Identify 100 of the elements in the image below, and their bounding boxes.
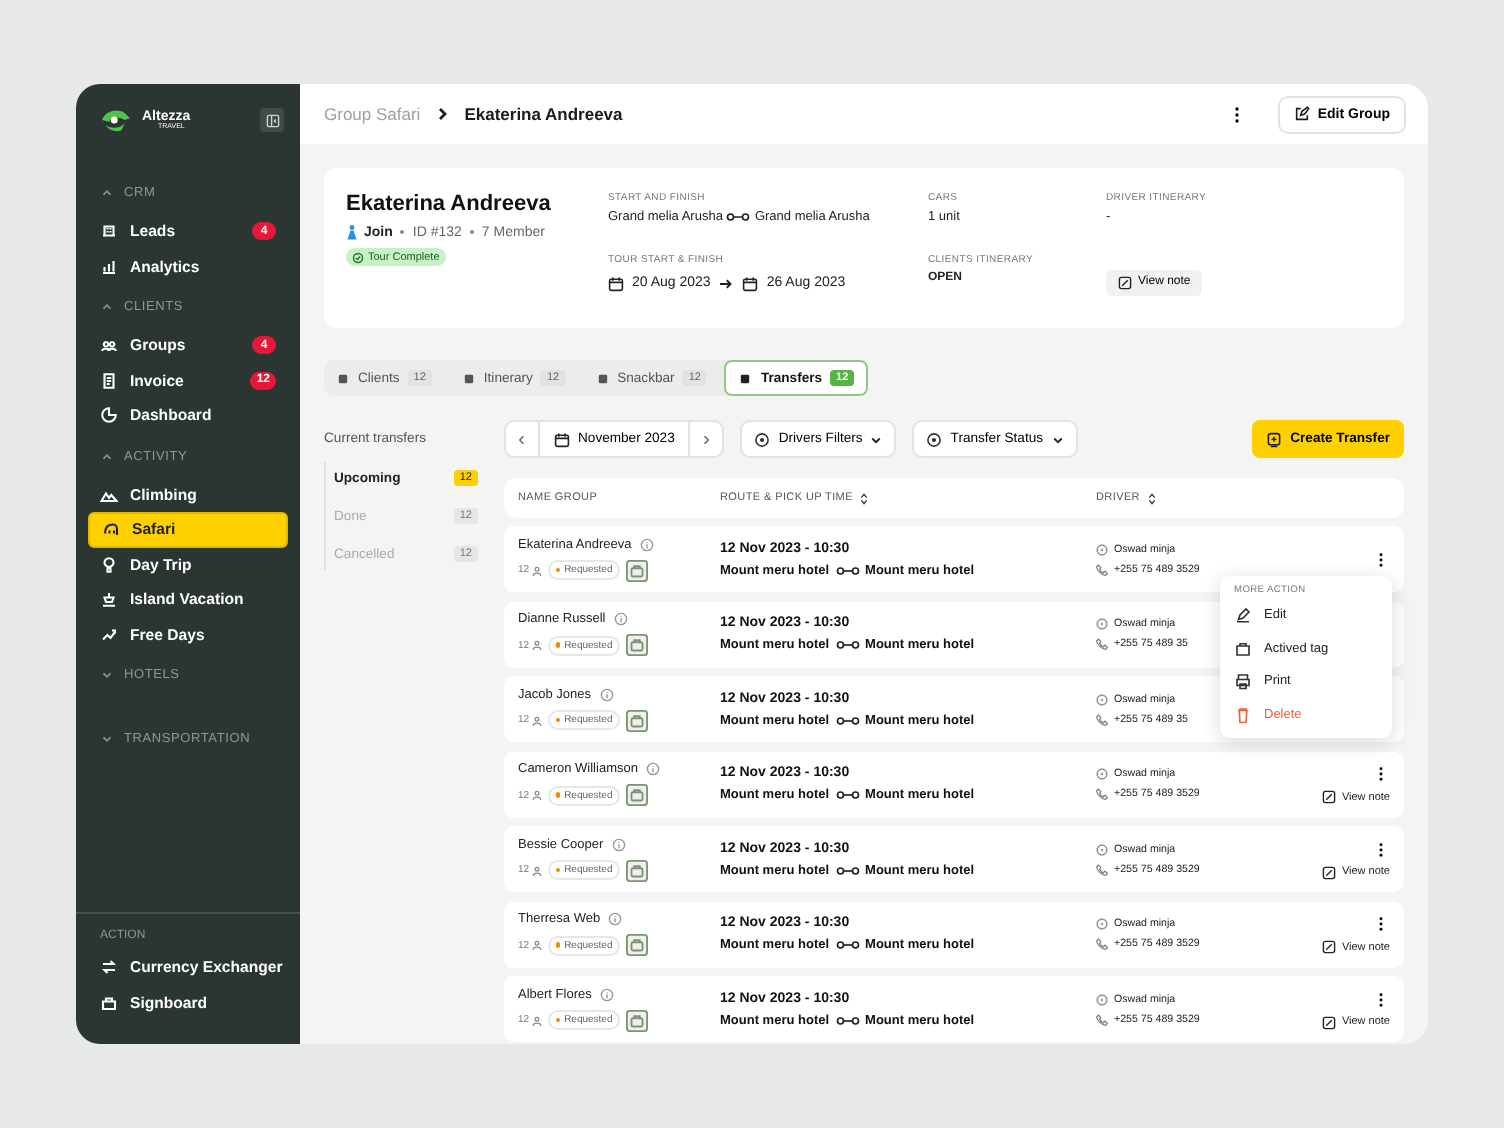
steering-wheel-icon bbox=[1096, 918, 1108, 930]
nav-icon bbox=[100, 371, 118, 390]
calendar-icon bbox=[608, 275, 624, 291]
menu-item-icon bbox=[1234, 606, 1252, 625]
route-icon bbox=[835, 1015, 860, 1025]
route-icon bbox=[835, 640, 860, 650]
person-icon bbox=[531, 565, 542, 575]
caret-icon bbox=[100, 668, 114, 682]
phone-icon bbox=[1096, 788, 1108, 800]
info-icon bbox=[599, 987, 614, 1001]
note-icon bbox=[1321, 790, 1336, 804]
edit-icon bbox=[1293, 106, 1310, 122]
person-icon bbox=[346, 224, 358, 240]
more-icon bbox=[1234, 105, 1241, 123]
bag-icon bbox=[626, 1009, 649, 1031]
person-icon bbox=[531, 715, 542, 725]
more-icon bbox=[1377, 991, 1383, 1007]
info-icon bbox=[608, 912, 623, 926]
bag-icon bbox=[626, 634, 649, 656]
phone-icon bbox=[1096, 563, 1108, 575]
chevron-left-icon bbox=[516, 433, 528, 445]
info-icon bbox=[645, 762, 660, 776]
info-icon bbox=[639, 537, 654, 551]
nav-icon bbox=[100, 336, 118, 355]
nav-icon bbox=[100, 590, 118, 609]
info-icon bbox=[613, 612, 628, 626]
more-icon bbox=[1377, 841, 1383, 857]
caret-icon bbox=[100, 732, 114, 746]
person-icon bbox=[531, 1015, 542, 1025]
route-icon bbox=[835, 565, 860, 575]
phone-icon bbox=[1096, 938, 1108, 950]
route-icon bbox=[835, 865, 860, 875]
bag-icon bbox=[626, 709, 649, 731]
more-icon bbox=[1377, 551, 1383, 567]
nav-icon bbox=[100, 222, 118, 241]
check-icon bbox=[352, 251, 364, 263]
person-icon bbox=[531, 865, 542, 875]
calendar-icon bbox=[554, 431, 570, 447]
note-icon bbox=[1118, 275, 1132, 289]
caret-icon bbox=[870, 433, 883, 445]
chevron-right-icon bbox=[700, 433, 713, 445]
more-icon bbox=[1377, 766, 1383, 782]
route-icon bbox=[835, 715, 860, 725]
more-icon bbox=[1377, 916, 1383, 932]
steering-wheel-icon bbox=[1096, 543, 1108, 555]
collapse-sidebar-button[interactable] bbox=[260, 108, 284, 132]
logo-icon bbox=[98, 106, 134, 134]
tab-icon bbox=[595, 371, 610, 385]
sort-icon bbox=[1147, 491, 1156, 505]
person-icon bbox=[531, 790, 542, 800]
bag-icon bbox=[626, 859, 649, 881]
bag-icon bbox=[626, 559, 649, 581]
phone-icon bbox=[1096, 863, 1108, 875]
steering-wheel-icon bbox=[1096, 843, 1108, 855]
nav-icon bbox=[100, 555, 118, 574]
steering-wheel-icon bbox=[1096, 768, 1108, 780]
nav-icon bbox=[100, 625, 118, 644]
person-icon bbox=[531, 940, 542, 950]
nav-icon bbox=[102, 520, 120, 539]
route-icon bbox=[835, 790, 860, 800]
route-icon bbox=[726, 212, 751, 222]
person-icon bbox=[531, 640, 542, 650]
add-icon bbox=[1266, 431, 1283, 447]
phone-icon bbox=[1096, 713, 1108, 725]
separator-dot bbox=[400, 230, 405, 234]
filter-icon bbox=[754, 431, 771, 447]
sidebar-toggle-icon bbox=[265, 113, 279, 127]
info-icon bbox=[611, 837, 626, 851]
caret-icon bbox=[100, 186, 114, 200]
nav-icon bbox=[100, 958, 118, 977]
tab-icon bbox=[738, 371, 753, 385]
note-icon bbox=[1321, 940, 1336, 954]
tab-icon bbox=[461, 371, 476, 385]
menu-item-icon bbox=[1234, 672, 1252, 691]
caret-icon bbox=[1051, 433, 1064, 445]
client-name: Ekaterina Andreeva bbox=[346, 192, 553, 216]
nav-icon bbox=[100, 257, 118, 276]
calendar-icon bbox=[742, 275, 759, 291]
separator-dot bbox=[469, 230, 474, 234]
nav-icon bbox=[100, 406, 118, 425]
caret-icon bbox=[100, 449, 114, 463]
note-icon bbox=[1321, 865, 1336, 879]
steering-wheel-icon bbox=[1096, 993, 1108, 1005]
menu-item-icon bbox=[1234, 705, 1252, 724]
arrow-icon bbox=[718, 277, 735, 289]
tab-icon bbox=[336, 371, 350, 385]
page-title: Ekaterina Andreeva bbox=[464, 104, 623, 124]
route-icon bbox=[835, 940, 860, 950]
menu-item-icon bbox=[1234, 639, 1252, 658]
caret-icon bbox=[100, 300, 114, 314]
bag-icon bbox=[626, 784, 649, 806]
phone-icon bbox=[1096, 1013, 1108, 1025]
sort-icon bbox=[860, 491, 869, 505]
filter-icon bbox=[926, 431, 943, 447]
steering-wheel-icon bbox=[1096, 618, 1108, 630]
phone-icon bbox=[1096, 638, 1108, 650]
chevron-icon bbox=[434, 106, 451, 122]
info-icon bbox=[599, 687, 613, 701]
note-icon bbox=[1321, 1015, 1336, 1029]
nav-icon bbox=[100, 993, 118, 1012]
